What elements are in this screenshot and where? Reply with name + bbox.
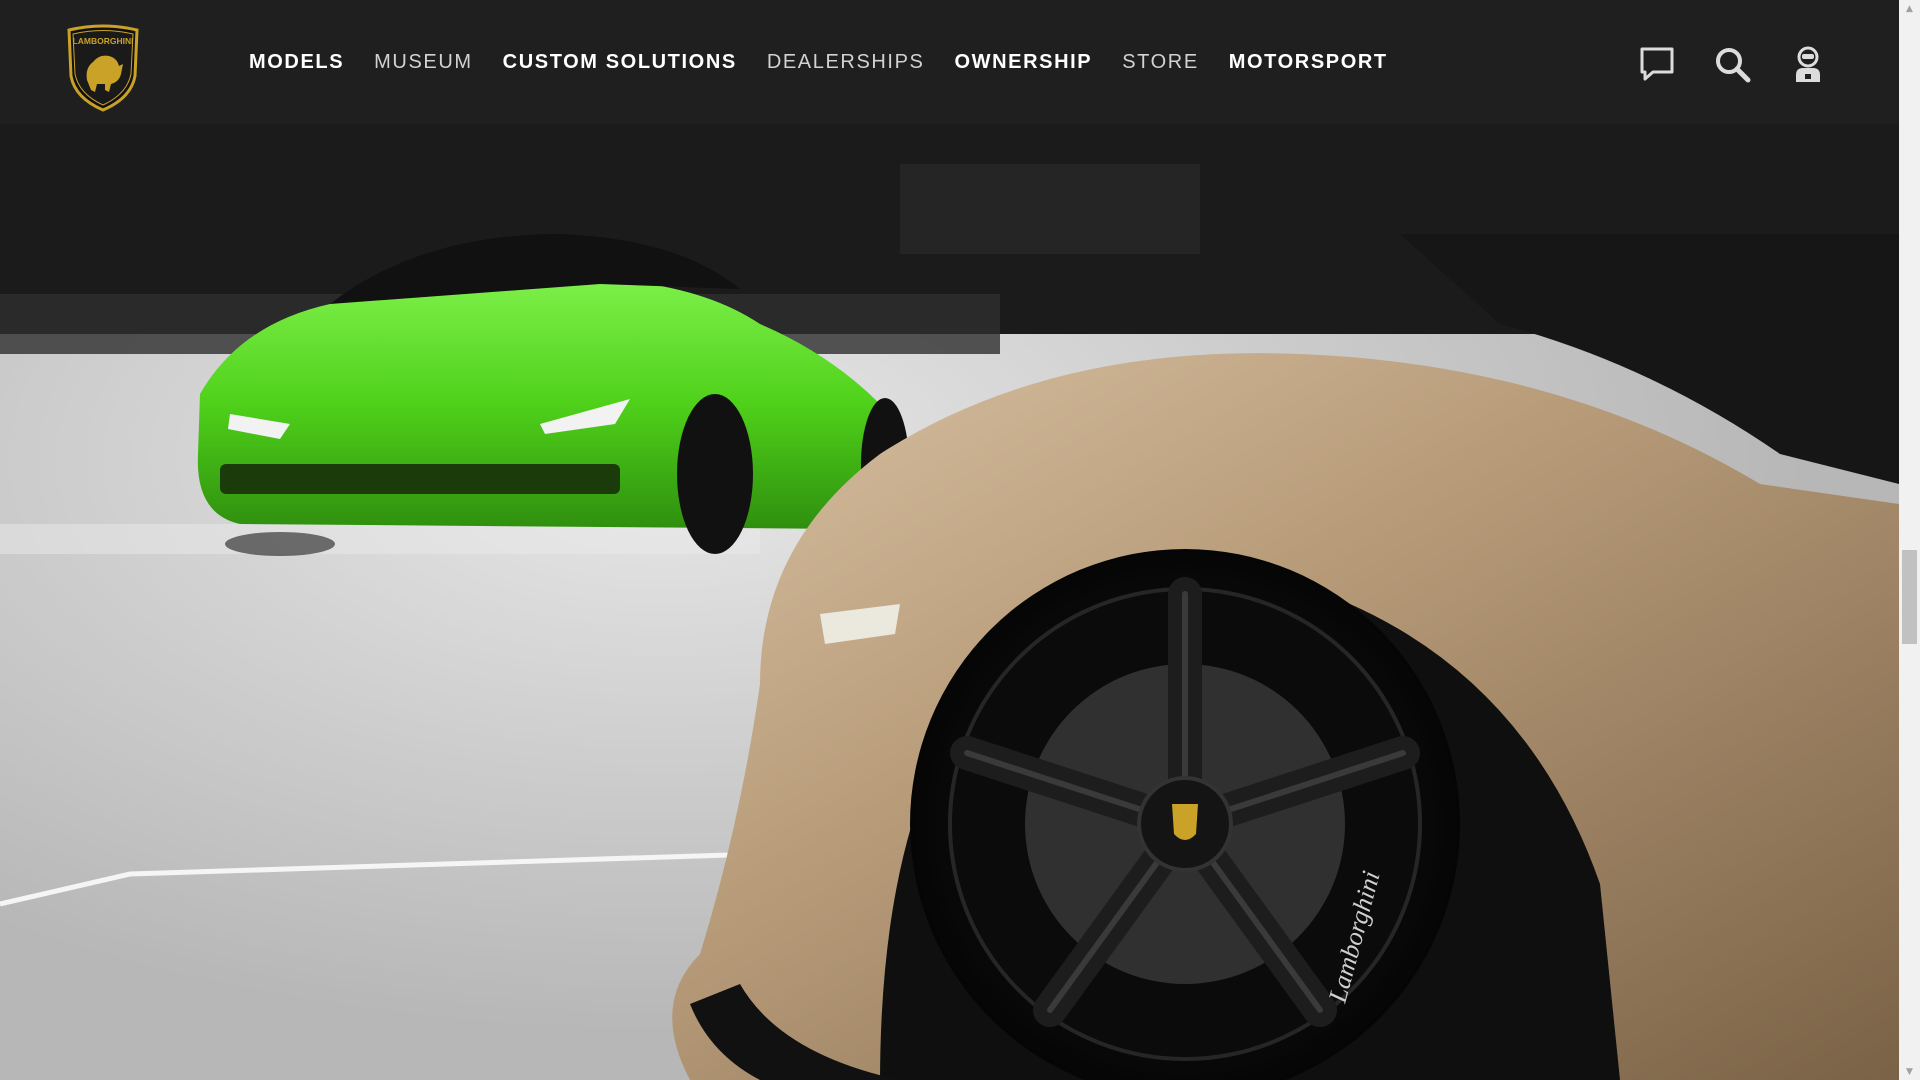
- nav-ownership[interactable]: OWNERSHIP: [954, 52, 1092, 72]
- site-header: LAMBORGHINI MODELS MUSEUM CUSTOM SOLUTIO…: [0, 0, 1899, 124]
- page-scrollbar[interactable]: ▲ ▼: [1899, 0, 1920, 1080]
- showroom-scene: Lamborghini: [0, 124, 1899, 1080]
- nav-custom-solutions[interactable]: CUSTOM SOLUTIONS: [503, 52, 737, 72]
- scroll-down-arrow-icon[interactable]: ▼: [1899, 1063, 1920, 1080]
- wheel: Lamborghini: [910, 549, 1460, 1080]
- nav-museum[interactable]: MUSEUM: [374, 52, 473, 72]
- search-icon[interactable]: [1712, 44, 1752, 84]
- main-nav: MODELS MUSEUM CUSTOM SOLUTIONS DEALERSHI…: [249, 0, 1418, 124]
- scroll-thumb[interactable]: [1902, 550, 1917, 644]
- lamborghini-logo[interactable]: LAMBORGHINI: [65, 24, 141, 112]
- scroll-up-arrow-icon[interactable]: ▲: [1899, 0, 1920, 17]
- nav-dealerships[interactable]: DEALERSHIPS: [767, 52, 925, 72]
- nav-store[interactable]: STORE: [1122, 52, 1199, 72]
- hero-image: Lamborghini: [0, 124, 1899, 1080]
- chat-icon[interactable]: [1637, 44, 1677, 84]
- wheel-badge-icon: [1172, 804, 1198, 840]
- logo-wordmark: LAMBORGHINI: [73, 36, 134, 46]
- nav-motorsport[interactable]: MOTORSPORT: [1229, 52, 1388, 72]
- account-icon[interactable]: [1788, 44, 1828, 84]
- nav-models[interactable]: MODELS: [249, 52, 344, 72]
